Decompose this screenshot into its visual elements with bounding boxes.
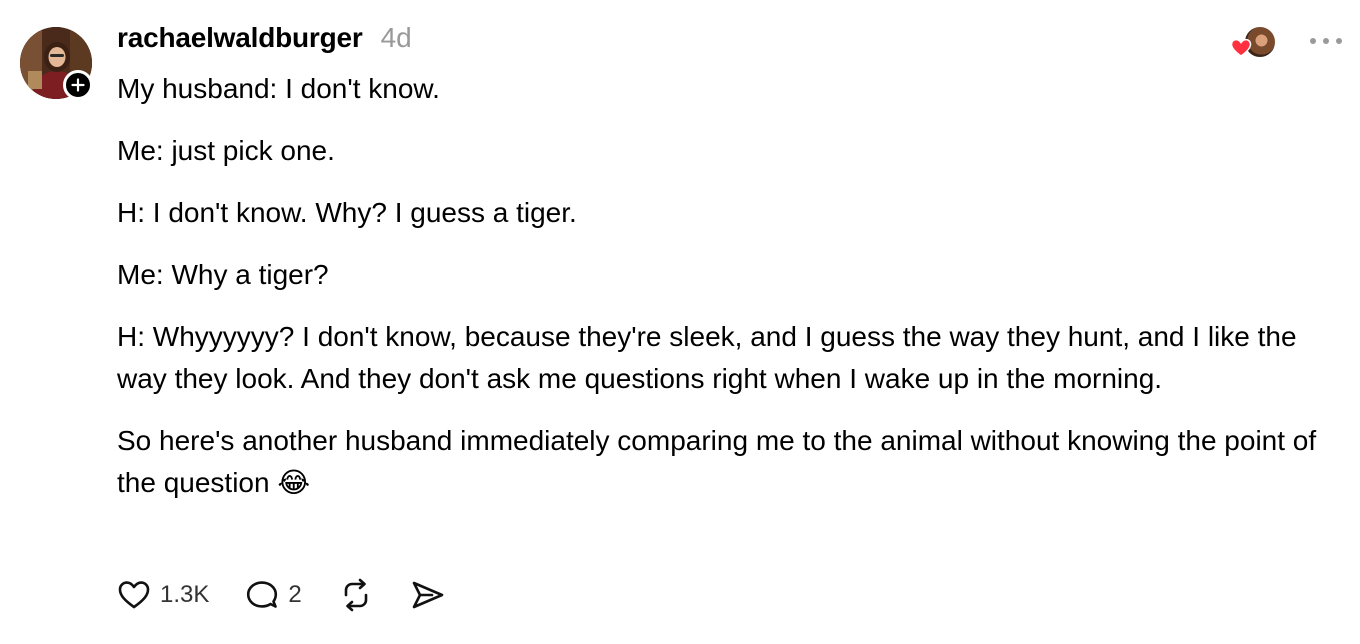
post-paragraph: H: I don't know. Why? I guess a tiger. bbox=[117, 197, 577, 228]
more-options-button[interactable] bbox=[1302, 28, 1350, 54]
author-username[interactable]: rachaelwaldburger bbox=[117, 22, 363, 54]
thread-post: rachaelwaldburger 4d My husband: I don't… bbox=[0, 0, 1360, 644]
post-header: rachaelwaldburger 4d bbox=[117, 22, 412, 62]
author-avatar-wrapper bbox=[20, 27, 93, 100]
plus-icon bbox=[71, 78, 85, 92]
heart-outline-icon bbox=[118, 581, 150, 609]
ellipsis-icon bbox=[1310, 38, 1342, 44]
repost-icon bbox=[344, 578, 368, 612]
repost-button[interactable] bbox=[338, 578, 374, 612]
follow-button[interactable] bbox=[63, 70, 93, 100]
speech-bubble-icon bbox=[247, 581, 278, 608]
heart-icon bbox=[1230, 38, 1252, 57]
like-button[interactable]: 1.3K bbox=[117, 579, 209, 611]
post-paragraph: Me: Why a tiger? bbox=[117, 259, 329, 290]
post-paragraph: My husband: I don't know. bbox=[117, 73, 440, 104]
reply-button[interactable]: 2 bbox=[245, 579, 302, 611]
post-paragraph: Me: just pick one. bbox=[117, 135, 335, 166]
post-paragraph: So here's another husband immediately co… bbox=[117, 425, 1317, 498]
like-count: 1.3K bbox=[160, 581, 210, 608]
post-actions: 1.3K 2 bbox=[117, 574, 482, 616]
share-button[interactable] bbox=[410, 579, 446, 611]
post-timestamp[interactable]: 4d bbox=[381, 22, 412, 54]
send-icon bbox=[412, 581, 444, 609]
liker-avatars[interactable] bbox=[1230, 26, 1276, 58]
post-body: My husband: I don't know. Me: just pick … bbox=[117, 68, 1342, 524]
post-paragraph: H: Whyyyyyy? I don't know, because they'… bbox=[117, 321, 1297, 394]
reply-count: 2 bbox=[288, 581, 302, 608]
